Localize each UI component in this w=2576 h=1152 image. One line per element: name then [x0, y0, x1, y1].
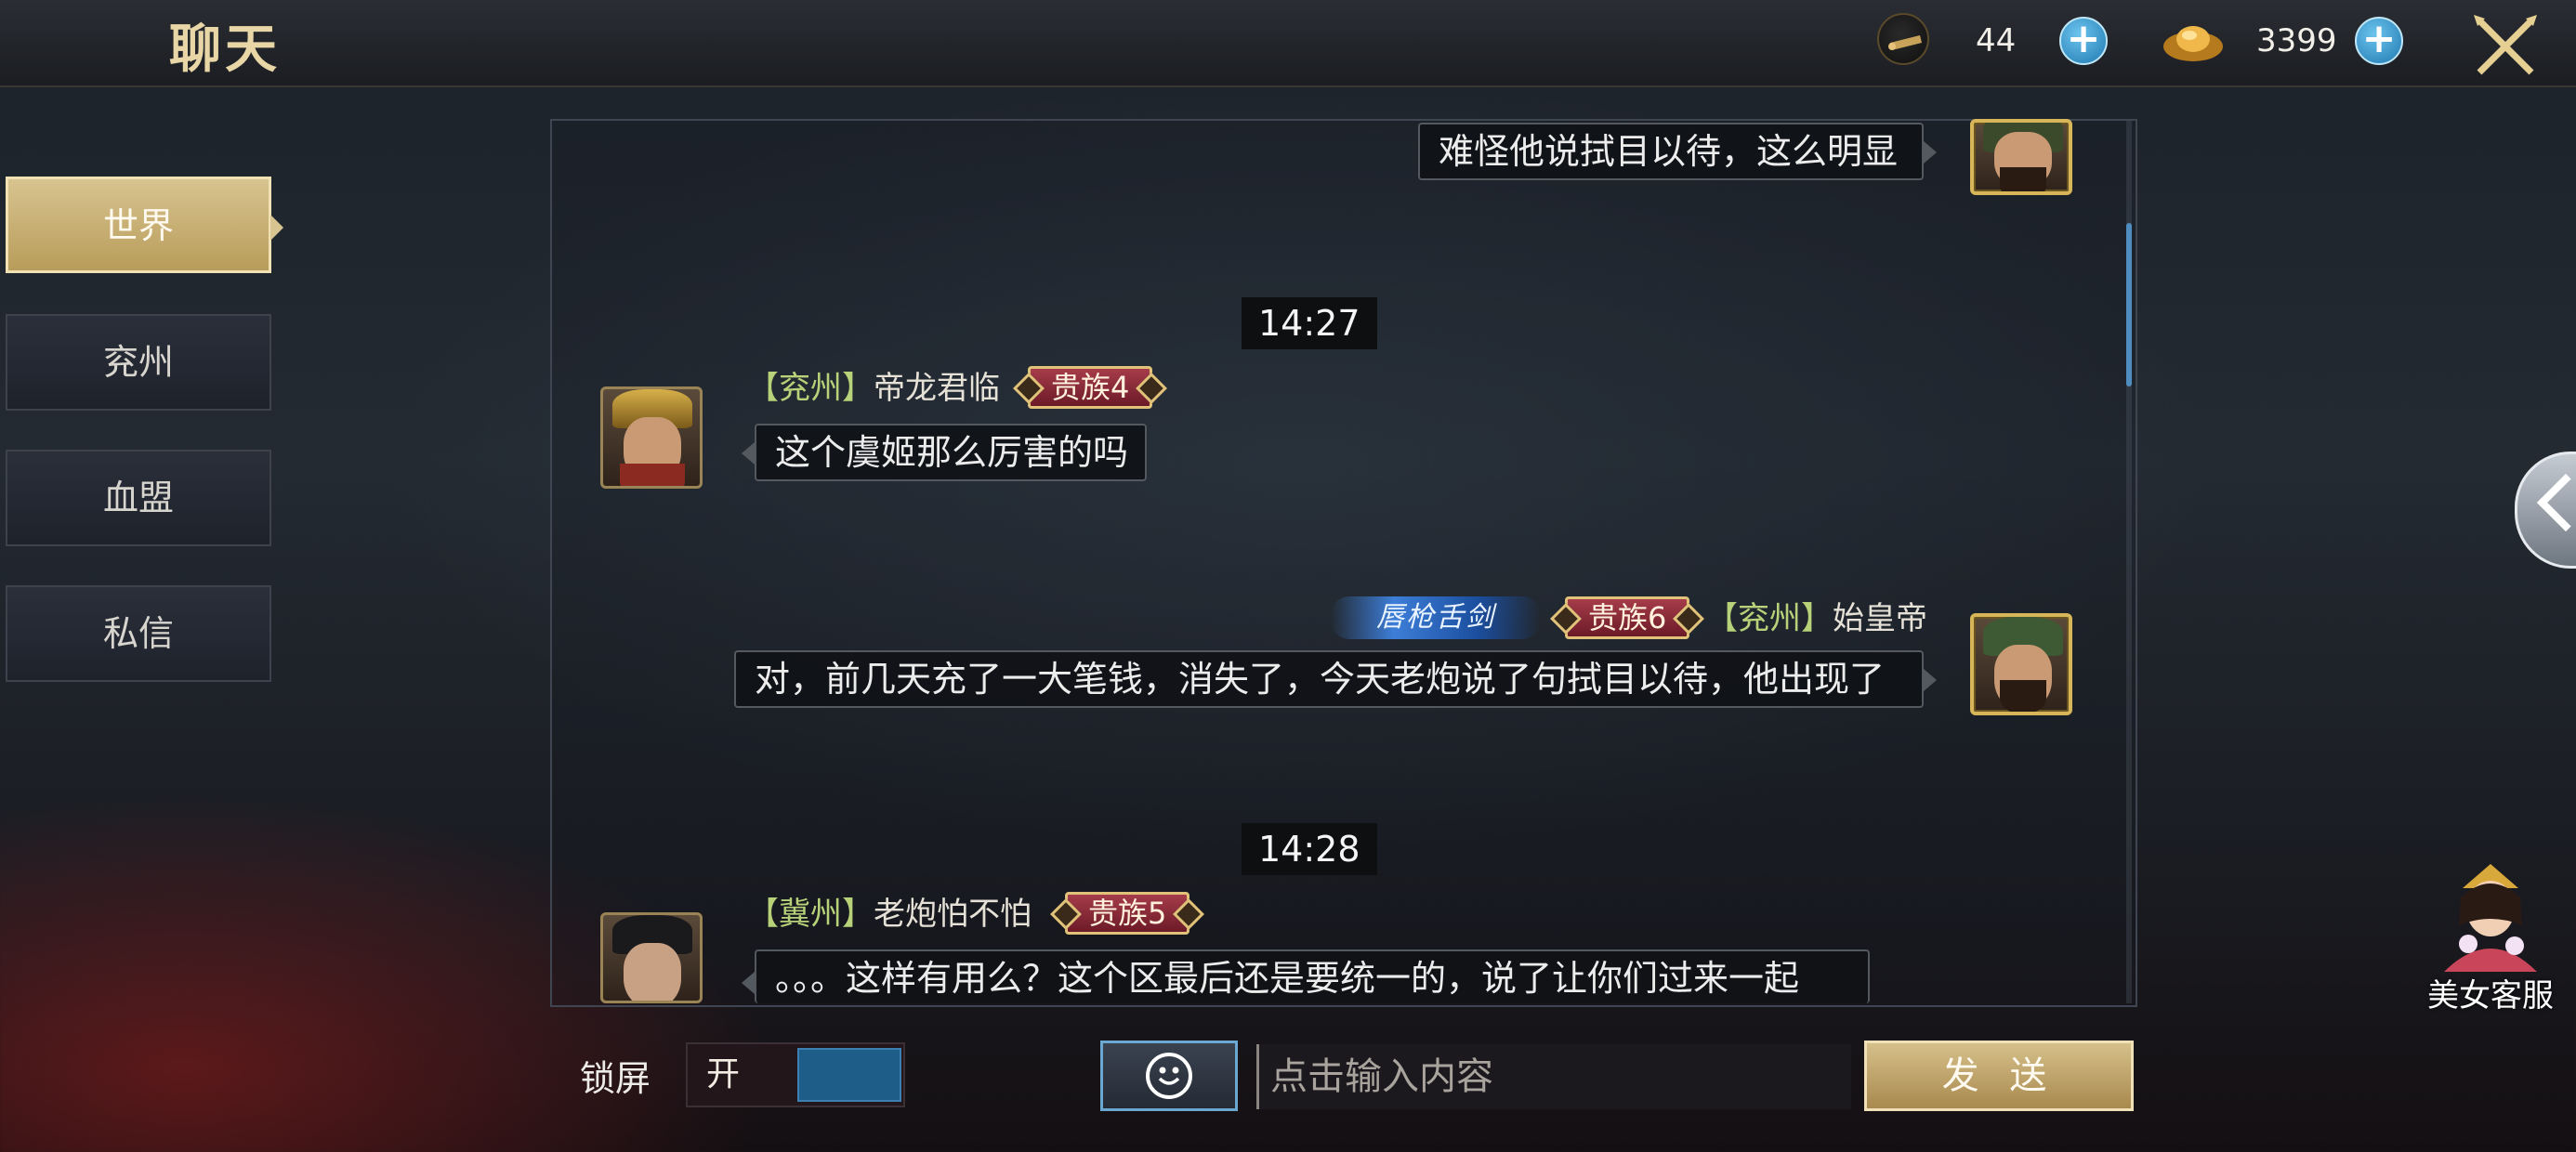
bubble-pointer: [1924, 141, 1937, 164]
rank-badge: 贵族6: [1565, 596, 1690, 639]
rank-badge: 贵族4: [1028, 366, 1153, 409]
sender-name[interactable]: 老炮怕不怕: [874, 896, 1032, 933]
send-button[interactable]: 发 送: [1864, 1041, 2134, 1111]
tab-blood-alliance[interactable]: 血盟: [6, 450, 271, 546]
title-badge: 唇枪舌剑: [1331, 596, 1541, 639]
avatar-beard: [2000, 680, 2046, 712]
message-text: 对，前几天充了一大笔钱，消失了，今天老炮说了句拭目以待，他出现了: [755, 659, 1886, 700]
chat-input[interactable]: 点击输入内容: [1256, 1044, 1851, 1109]
side-panel-handle[interactable]: [2515, 452, 2576, 569]
avatar[interactable]: [600, 386, 703, 489]
gold-count: 3399: [2256, 22, 2337, 59]
top-bar: 聊天 44 + 3399 +: [0, 0, 2576, 87]
message-text: 。。。这样有用么？这个区最后还是要统一的，说了让你们过来一起: [775, 958, 1800, 999]
toggle-label: 开: [706, 1055, 741, 1093]
smiley-icon: [1146, 1053, 1192, 1099]
tab-world[interactable]: 世界: [6, 177, 283, 273]
tab-label: 世界: [102, 205, 174, 246]
bubble-pointer: [742, 442, 755, 465]
scroll-token-icon: [1877, 13, 1929, 65]
avatar[interactable]: [600, 912, 703, 1003]
avatar-face: [624, 943, 681, 1001]
gold-ingot-icon: [2162, 11, 2223, 63]
sender-region: 【兖州】: [747, 370, 874, 407]
sender-info: 【兖州】帝龙君临: [747, 366, 1000, 411]
chevron-left-icon: [2536, 473, 2576, 532]
lock-screen-toggle[interactable]: 开: [686, 1042, 905, 1107]
customer-service-avatar-icon: [2444, 864, 2537, 972]
add-gold-button[interactable]: +: [2355, 17, 2403, 65]
add-token-button[interactable]: +: [2059, 17, 2108, 65]
toggle-knob[interactable]: [797, 1048, 901, 1102]
emoji-button[interactable]: [1100, 1041, 1238, 1111]
message-bubble[interactable]: 对，前几天充了一大笔钱，消失了，今天老炮说了句拭目以待，他出现了: [734, 650, 1924, 708]
message-text: 难怪他说拭目以待，这么明显: [1439, 131, 1899, 172]
timestamp: 14:28: [1242, 823, 1377, 875]
sender-name[interactable]: 帝龙君临: [874, 370, 1000, 407]
avatar-collar: [620, 464, 685, 486]
tab-label: 兖州: [102, 342, 174, 383]
tab-yanzhou[interactable]: 兖州: [6, 314, 271, 411]
customer-service-label: 美女客服: [2427, 977, 2554, 1015]
close-button[interactable]: [2472, 13, 2539, 80]
timestamp: 14:27: [1242, 297, 1377, 349]
tab-label: 私信: [102, 613, 174, 654]
sender-region: 【兖州】: [1706, 600, 1833, 637]
avatar[interactable]: [1970, 119, 2072, 195]
tab-private-message[interactable]: 私信: [6, 585, 271, 682]
rank-badge: 贵族5: [1065, 892, 1190, 935]
message-bubble[interactable]: 难怪他说拭目以待，这么明显: [1418, 123, 1924, 180]
tab-label: 血盟: [102, 478, 174, 518]
sender-info: 【兖州】始皇帝: [1706, 596, 1927, 641]
token-count: 44: [1976, 22, 2017, 59]
sender-name[interactable]: 始皇帝: [1833, 600, 1927, 637]
page-title: 聊天: [169, 19, 281, 80]
message-bubble[interactable]: 。。。这样有用么？这个区最后还是要统一的，说了让你们过来一起: [755, 949, 1870, 1003]
chat-scrollbar[interactable]: [2126, 223, 2132, 386]
message-text: 这个虞姬那么厉害的吗: [775, 432, 1129, 473]
avatar[interactable]: [1970, 613, 2072, 715]
message-bubble[interactable]: 这个虞姬那么厉害的吗: [755, 424, 1147, 481]
sender-info: 【冀州】老炮怕不怕: [747, 892, 1032, 936]
avatar-beard: [2000, 167, 2046, 191]
close-icon: [2474, 15, 2537, 75]
sender-region: 【冀州】: [747, 896, 874, 933]
bubble-pointer: [1924, 669, 1937, 691]
lock-screen-label: 锁屏: [580, 1058, 651, 1099]
bubble-pointer: [742, 972, 755, 994]
